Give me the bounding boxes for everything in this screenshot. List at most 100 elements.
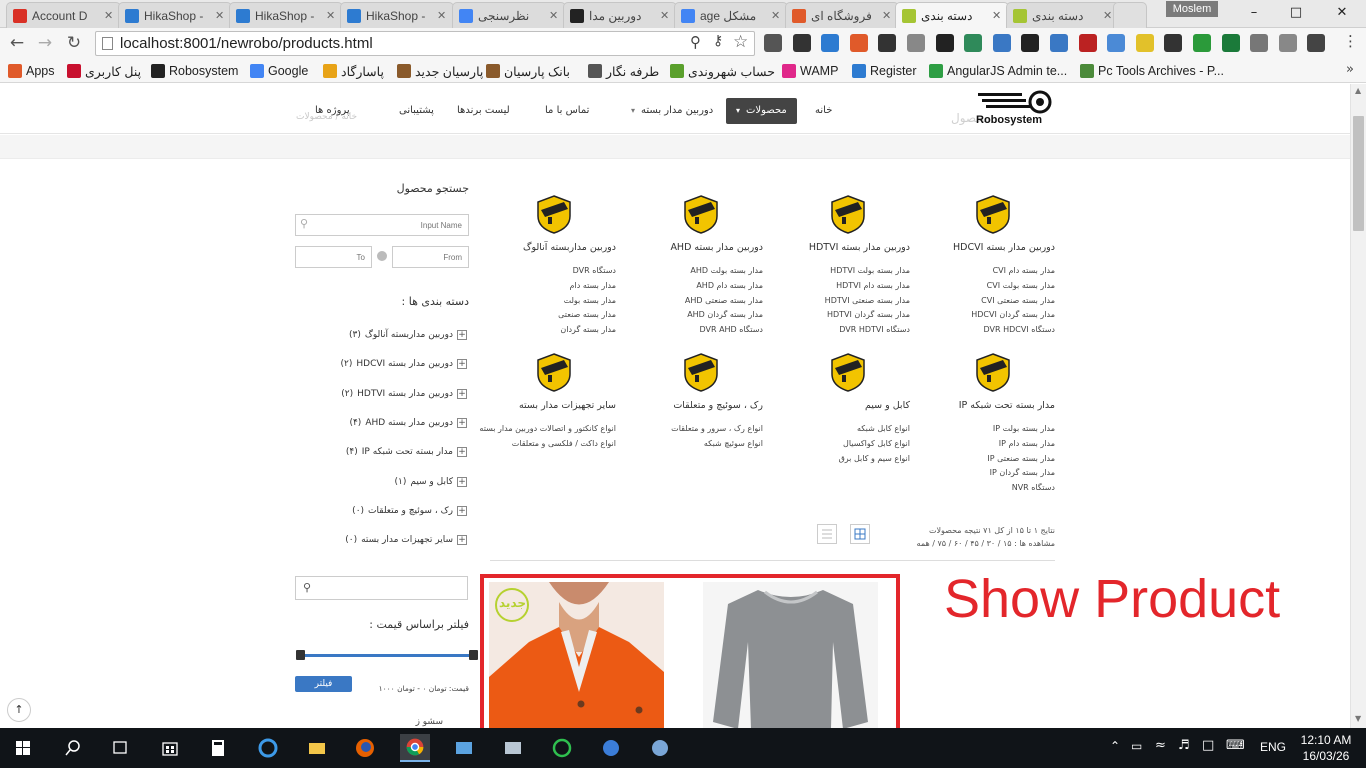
- category-subitem-link[interactable]: مدار بسته گردان IP: [910, 466, 1055, 481]
- bookmark-item[interactable]: Register: [852, 62, 917, 80]
- category-subitem-link[interactable]: مدار بسته دام HDTVI: [765, 279, 910, 294]
- bookmark-item[interactable]: بانک پارسیان: [486, 62, 570, 80]
- nav-menu-item[interactable]: پشتیبانی: [399, 98, 434, 124]
- store-icon[interactable]: [155, 734, 185, 762]
- category-subitem-link[interactable]: مدار بسته بولت: [471, 294, 616, 309]
- browser-extension-icon[interactable]: [964, 34, 983, 52]
- browser-extension-icon[interactable]: [764, 34, 782, 52]
- sidebar-category-item[interactable]: + دوربین مدار بسته AHD (۴): [349, 416, 467, 430]
- bookmark-item[interactable]: Pc Tools Archives - P...: [1080, 62, 1224, 80]
- browser-tab[interactable]: نظرسنجی ✕: [452, 2, 566, 28]
- bookmark-item[interactable]: پنل کاربری: [67, 62, 141, 80]
- category-subitem-link[interactable]: انواع سیم و کابل برق: [765, 452, 910, 467]
- category-subitem-link[interactable]: انواع کابل شبکه: [765, 422, 910, 437]
- expand-plus-icon[interactable]: +: [457, 359, 467, 370]
- category-block[interactable]: کابل و سیم انواع کابل شبکه انواع کابل کواک…: [765, 352, 910, 502]
- file-explorer-icon[interactable]: [302, 734, 332, 762]
- volume-icon[interactable]: ♬: [1178, 738, 1190, 753]
- browser-extension-icon[interactable]: [1050, 34, 1068, 52]
- tab-close-icon[interactable]: ✕: [104, 9, 114, 22]
- sidebar-category-item[interactable]: + سایر تجهیزات مدار بسته (۰): [345, 533, 467, 547]
- category-block[interactable]: دوربین مدار بسته AHD مدار بسته بولت AHD مد…: [618, 194, 763, 344]
- bookmark-item[interactable]: پارسیان جدید: [397, 62, 483, 80]
- price-slider-handle-min[interactable]: [296, 650, 305, 660]
- category-title[interactable]: کابل و سیم: [765, 400, 910, 411]
- edge-icon[interactable]: [253, 734, 283, 762]
- category-subitem-link[interactable]: مدار بسته صنعتی CVI: [910, 294, 1055, 309]
- firefox-icon[interactable]: [350, 734, 380, 762]
- tab-close-icon[interactable]: ✕: [437, 9, 447, 22]
- bookmark-item[interactable]: پاسارگاد: [323, 62, 384, 80]
- nav-menu-item[interactable]: تماس با ما: [545, 98, 589, 124]
- category-block[interactable]: دوربین مدار بسته HDTVI مدار بسته بولت HDT…: [765, 194, 910, 344]
- tab-close-icon[interactable]: ✕: [771, 9, 781, 22]
- browser-extension-icon[interactable]: [1107, 34, 1126, 52]
- browser-tab[interactable]: Account D ✕: [6, 2, 121, 28]
- input-language[interactable]: ENG: [1260, 740, 1286, 754]
- category-subitem-link[interactable]: مدار بسته بولت IP: [910, 422, 1055, 437]
- keyboard-icon[interactable]: ⌨: [1226, 738, 1245, 753]
- browser-extension-icon[interactable]: [1078, 34, 1097, 52]
- nav-menu-item[interactable]: ▾ دوربین مدار بسته: [631, 98, 713, 124]
- zoom-icon[interactable]: ⚲: [690, 33, 701, 51]
- category-block[interactable]: سایر تجهیزات مدار بسته انواع کانکتور و ات…: [471, 352, 616, 502]
- browser-tab[interactable]: دسته بندی ✕: [895, 2, 1009, 28]
- browser-tab[interactable]: فروشگاه ای ✕: [785, 2, 899, 28]
- globe-app-icon[interactable]: [596, 734, 626, 762]
- price-from-input[interactable]: [392, 246, 469, 268]
- category-subitem-link[interactable]: دستگاه DVR HDCVI: [910, 323, 1055, 338]
- category-subitem-link[interactable]: مدار بسته گردان: [471, 323, 616, 338]
- bookmark-star-icon[interactable]: ☆: [733, 32, 748, 52]
- search-icon[interactable]: [58, 734, 88, 762]
- category-subitem-link[interactable]: مدار بسته صنعتی: [471, 308, 616, 323]
- app-window-icon[interactable]: [449, 734, 479, 762]
- browser-extension-icon[interactable]: [1135, 34, 1154, 52]
- sidebar-category-item[interactable]: + دوربین مداربسته آنالوگ (۳): [349, 328, 467, 342]
- browser-extension-icon[interactable]: [1193, 34, 1211, 52]
- category-title[interactable]: دوربین مدار بسته HDTVI: [765, 242, 910, 253]
- browser-extension-icon[interactable]: [1221, 34, 1240, 52]
- nav-menu-item[interactable]: ▾ محصولات: [726, 98, 797, 124]
- expand-plus-icon[interactable]: +: [457, 330, 467, 340]
- sidebar-category-item[interactable]: + رک ، سوئیچ و متعلقات (۰): [352, 504, 467, 518]
- price-range-track[interactable]: [300, 654, 473, 657]
- category-subitem-link[interactable]: مدار بسته دام IP: [910, 437, 1055, 452]
- nav-menu-item[interactable]: پروژه ها: [315, 98, 350, 124]
- category-subitem-link[interactable]: دستگاه DVR: [471, 264, 616, 279]
- key-icon[interactable]: ⚷: [713, 33, 723, 49]
- browser-extension-icon[interactable]: [849, 34, 868, 52]
- windows-start-icon[interactable]: [8, 734, 38, 762]
- browser-tab[interactable]: age مشکل ✕: [674, 2, 788, 28]
- bookmark-item[interactable]: Google: [250, 62, 308, 80]
- browser-tab[interactable]: HikaShop - ✕: [229, 2, 343, 28]
- maximize-icon[interactable]: □: [1276, 2, 1316, 24]
- tab-close-icon[interactable]: ✕: [992, 9, 1002, 22]
- expand-plus-icon[interactable]: +: [457, 505, 467, 516]
- sidebar-category-item[interactable]: + دوربین مدار بسته HDTVI (۲): [341, 387, 467, 401]
- calculator-icon[interactable]: [203, 734, 233, 762]
- browser-extension-icon[interactable]: [792, 34, 811, 52]
- browser-extension-icon[interactable]: [1307, 34, 1326, 52]
- network-app-icon[interactable]: [498, 734, 528, 762]
- category-subitem-link[interactable]: دستگاه DVR AHD: [618, 323, 763, 338]
- browser-tab[interactable]: دسته بندی ✕: [1006, 2, 1120, 28]
- category-subitem-link[interactable]: مدار بسته صنعتی AHD: [618, 294, 763, 309]
- category-subitem-link[interactable]: مدار بسته گردان AHD: [618, 308, 763, 323]
- show-hidden-icons-icon[interactable]: ⌃: [1110, 739, 1120, 753]
- grid-view-toggle[interactable]: [850, 524, 870, 544]
- chrome-menu-icon[interactable]: ⋮: [1343, 32, 1358, 50]
- category-title[interactable]: رک ، سوئیچ و متعلقات: [618, 400, 763, 411]
- bookmark-item[interactable]: WAMP: [782, 62, 838, 80]
- category-subitem-link[interactable]: مدار بسته گردان HDTVI: [765, 308, 910, 323]
- reload-icon[interactable]: ↻: [63, 32, 85, 54]
- more-bookmarks-icon[interactable]: »: [1346, 62, 1354, 77]
- category-block[interactable]: دوربین مداربسته آنالوگ دستگاه DVR مدار بست…: [471, 194, 616, 344]
- category-subitem-link[interactable]: دستگاه DVR HDTVI: [765, 323, 910, 338]
- filter-button[interactable]: فیلتر: [295, 676, 352, 692]
- category-subitem-link[interactable]: مدار بسته صنعتی HDTVI: [765, 294, 910, 309]
- browser-extension-icon[interactable]: [1164, 34, 1183, 52]
- forward-icon[interactable]: →: [34, 32, 56, 54]
- system-clock[interactable]: 12:10 AM 16/03/26: [1296, 732, 1356, 764]
- browser-extension-icon[interactable]: [935, 34, 954, 52]
- nav-menu-item[interactable]: لیست برندها: [457, 98, 510, 124]
